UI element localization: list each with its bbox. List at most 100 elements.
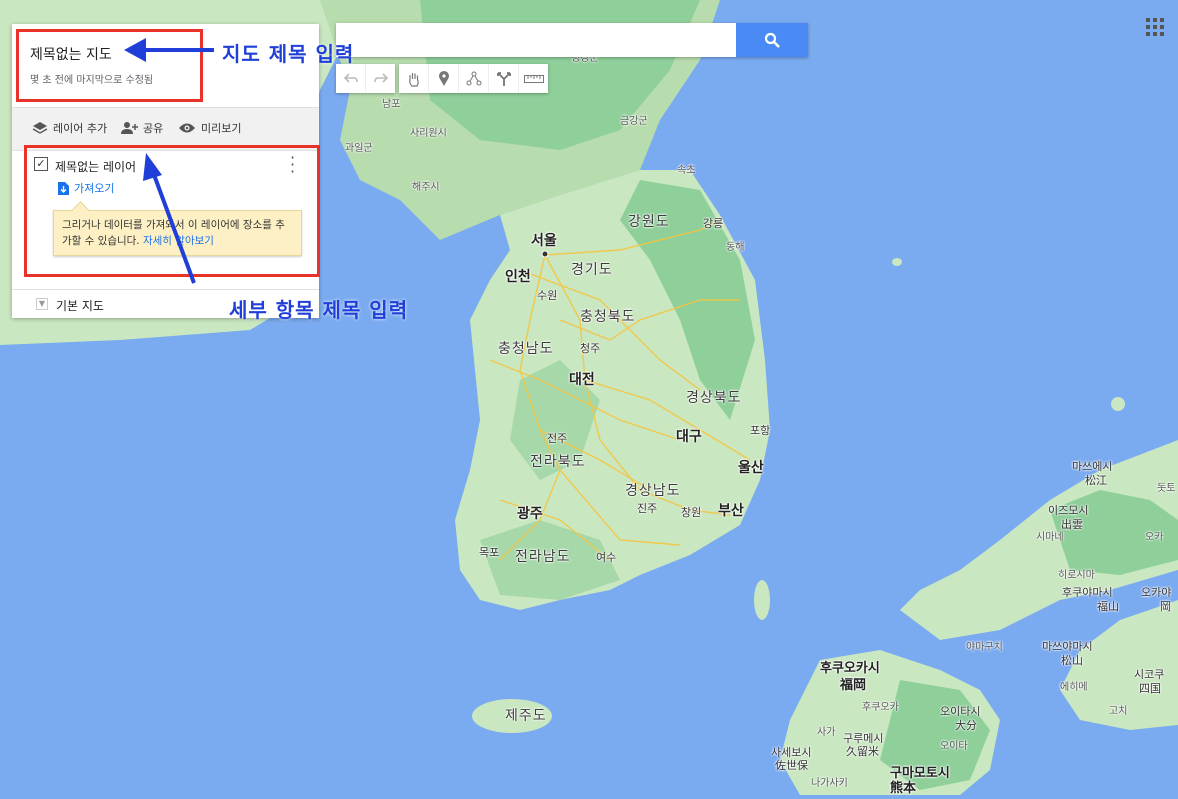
map-label-daegu: 대구 xyxy=(676,429,702,445)
map-label-yeosu: 여수 xyxy=(596,551,617,564)
map-label-saga: 사가 xyxy=(817,727,836,738)
map-label-matsue: 마쓰에시 xyxy=(1072,460,1113,473)
map-label-nampo: 남포 xyxy=(382,99,401,110)
map-label-chungbuk: 충청북도 xyxy=(580,309,636,325)
map-label-mokpo: 목포 xyxy=(479,546,500,559)
map-label-matsue-kanji: 松江 xyxy=(1085,474,1107,487)
annotation-box-layer xyxy=(24,145,320,277)
undo-button[interactable] xyxy=(336,64,366,93)
map-label-jeonju: 전주 xyxy=(547,432,568,445)
add-marker-button[interactable] xyxy=(429,64,459,93)
chevron-down-icon[interactable]: ▼ xyxy=(36,298,48,310)
map-label-daejeon: 대전 xyxy=(569,372,595,388)
map-label-oita: 오이타시 xyxy=(940,705,981,718)
map-label-nagasaki: 나가사키 xyxy=(811,778,848,789)
preview-label: 미리보기 xyxy=(201,122,242,135)
map-label-hiroshima: 히로시마 xyxy=(1058,570,1095,581)
layers-icon xyxy=(32,122,48,134)
map-label-busan: 부산 xyxy=(718,503,744,519)
map-label-gyeonggi: 경기도 xyxy=(571,262,613,278)
map-label-tottori: 돗토 xyxy=(1157,483,1176,494)
map-label-kurume-kanji: 久留米 xyxy=(846,745,879,758)
map-label-kagawa: 오카 xyxy=(1145,532,1164,543)
map-label-geumgang: 금강군 xyxy=(620,116,648,127)
redo-button[interactable] xyxy=(366,64,395,93)
map-label-oita-kanji: 大分 xyxy=(955,719,977,732)
directions-button[interactable] xyxy=(489,64,519,93)
map-label-sasebo: 사세보시 xyxy=(771,746,812,759)
map-label-fukuoka2: 후쿠오카 xyxy=(862,702,899,713)
map-label-ehime: 에히메 xyxy=(1060,682,1088,693)
map-label-fukuoka: 후쿠오카시 xyxy=(820,661,880,676)
map-label-seoul: 서울 xyxy=(531,233,557,249)
map-label-yamaguchi: 야마구치 xyxy=(966,642,1003,653)
map-label-sokcho: 속초 xyxy=(677,165,696,176)
redo-icon xyxy=(373,72,388,83)
map-label-sasebo-kanji: 佐世保 xyxy=(775,759,808,772)
map-label-donghae: 동해 xyxy=(726,242,745,253)
map-label-shikoku: 시코쿠 xyxy=(1134,668,1165,681)
map-label-okayama-kanji: 岡 xyxy=(1160,600,1171,613)
map-label-izumo: 이즈모시 xyxy=(1048,504,1089,517)
map-label-matsuyama: 마쓰야마시 xyxy=(1042,640,1093,653)
map-label-changwon: 창원 xyxy=(681,506,702,519)
map-label-gangneung: 강릉 xyxy=(703,217,724,230)
map-label-kurume: 구루메시 xyxy=(843,732,884,745)
marker-icon xyxy=(438,70,449,86)
map-label-suwon: 수원 xyxy=(537,289,558,302)
map-label-gwail: 과일군 xyxy=(345,143,373,154)
map-label-jinju: 진주 xyxy=(637,502,658,515)
directions-icon xyxy=(496,71,511,86)
annotation-item-title: 세부 항목 제목 입력 xyxy=(229,298,409,322)
map-label-chungnam: 충청남도 xyxy=(498,341,554,357)
annotation-map-title: 지도 제목 입력 xyxy=(222,42,355,66)
map-label-okayama: 오카야 xyxy=(1141,586,1172,599)
draw-line-button[interactable] xyxy=(459,64,489,93)
share-button[interactable]: 공유 xyxy=(120,120,163,136)
apps-grid-icon[interactable] xyxy=(1146,18,1164,40)
map-label-fukuyama: 후쿠야마시 xyxy=(1062,586,1113,599)
map-label-fukuoka-kanji: 福岡 xyxy=(840,678,867,693)
annotation-box-title xyxy=(16,29,203,102)
map-label-matsuyama-kanji: 松山 xyxy=(1061,654,1083,667)
map-label-jeonnam: 전라남도 xyxy=(515,549,571,565)
map-label-sariwon: 사리원시 xyxy=(410,128,447,139)
map-label-oita2: 오이타 xyxy=(940,741,968,752)
pan-tool-button[interactable] xyxy=(399,64,429,93)
map-label-gangwon: 강원도 xyxy=(628,214,670,230)
measure-button[interactable] xyxy=(519,64,548,93)
map-label-gyeongnam: 경상남도 xyxy=(625,483,681,499)
search-button[interactable] xyxy=(736,23,808,57)
map-label-kumamoto-kanji: 熊本 xyxy=(890,781,917,796)
basemap-label: 기본 지도 xyxy=(56,299,104,313)
ruler-icon xyxy=(523,74,544,83)
map-label-shimane: 시마네 xyxy=(1036,532,1064,543)
add-layer-button[interactable]: 레이어 추가 xyxy=(32,120,107,136)
map-label-izumo-kanji: 出雲 xyxy=(1061,518,1083,531)
map-label-ulsan: 울산 xyxy=(738,460,764,476)
preview-button[interactable]: 미리보기 xyxy=(178,120,241,136)
add-person-icon xyxy=(121,122,138,134)
map-label-haeju: 해주시 xyxy=(412,182,440,193)
search-icon xyxy=(764,32,780,48)
search-box xyxy=(336,23,808,57)
share-label: 공유 xyxy=(143,122,164,135)
capital-marker xyxy=(541,250,549,258)
map-label-fukuyama-kanji: 福山 xyxy=(1097,600,1119,613)
hand-icon xyxy=(408,72,419,87)
map-label-kumamoto: 구마모토시 xyxy=(890,766,950,781)
map-label-pohang: 포항 xyxy=(750,424,771,437)
map-label-cheongju: 청주 xyxy=(580,342,601,355)
map-label-shikoku-kanji: 四国 xyxy=(1139,682,1161,695)
map-label-incheon: 인천 xyxy=(505,269,531,285)
search-input[interactable] xyxy=(336,23,728,57)
eye-icon xyxy=(179,123,195,133)
draw-line-icon xyxy=(466,71,481,85)
map-label-jeju: 제주도 xyxy=(505,708,547,724)
map-toolbar xyxy=(336,64,552,93)
map-label-kochi: 고치 xyxy=(1109,706,1128,717)
undo-icon xyxy=(343,72,358,83)
map-label-gyeongbuk: 경상북도 xyxy=(686,390,742,406)
add-layer-label: 레이어 추가 xyxy=(53,122,108,135)
map-label-jeonbuk: 전라북도 xyxy=(530,454,586,470)
